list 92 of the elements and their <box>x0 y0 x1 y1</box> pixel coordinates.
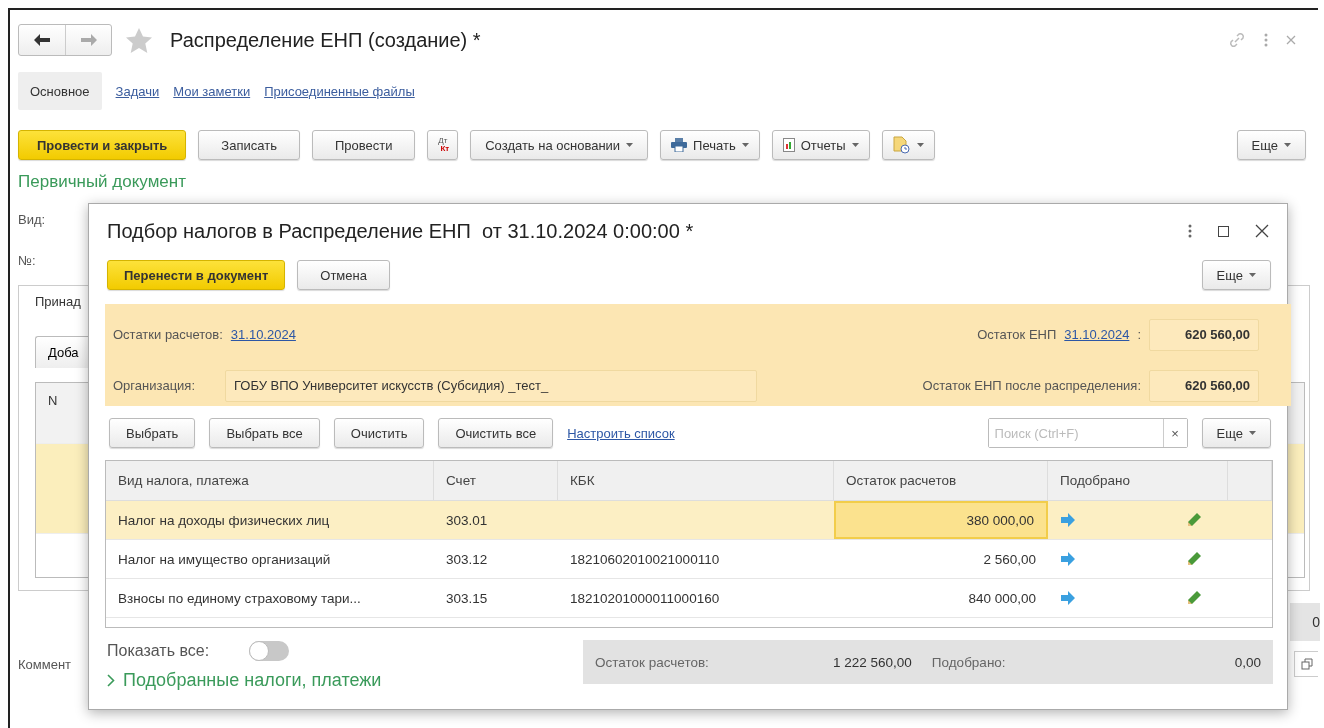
column-header[interactable]: Вид налога, платежа <box>106 461 434 500</box>
table-cell-text: Налог на доходы физических лиц <box>117 511 331 530</box>
window-title: Распределение ЕНП (создание) * <box>170 28 482 52</box>
list-button[interactable]: Очистить все <box>438 418 554 448</box>
amount-field: 620 560,00 <box>1149 318 1259 351</box>
total-value: 1 222 560,00 <box>833 654 912 670</box>
table-cell-text: 18210602010021000110 <box>569 550 721 569</box>
table-cell-text: 18210201000011000160 <box>569 589 721 608</box>
section-title: Первичный документ <box>18 172 187 192</box>
arrow-right-icon <box>80 34 97 46</box>
dt-kt-button[interactable]: Дт Кт <box>427 130 459 160</box>
field-label: №: <box>18 253 36 270</box>
amount-field: 620 560,00 <box>1149 369 1259 402</box>
list-button[interactable]: Выбрать <box>109 418 196 448</box>
comment-label: Коммент <box>18 656 73 672</box>
toggle-switch[interactable] <box>249 641 290 661</box>
create-based-on-button[interactable]: Создать на основании <box>470 130 649 160</box>
tab[interactable]: Основное <box>18 72 102 110</box>
organization-field[interactable]: ГОБУ ВПО Университет искусств (Субсидия) _тест_ <box>225 369 758 402</box>
column-header: N <box>48 393 58 408</box>
colon-label: : <box>1137 327 1141 342</box>
toggle-label: Показать все: <box>107 642 210 660</box>
arrow-right-icon[interactable] <box>1060 590 1076 606</box>
arrow-right-icon[interactable] <box>1060 512 1076 528</box>
arrow-left-icon <box>34 34 50 46</box>
printer-icon <box>671 138 688 152</box>
caret-icon <box>851 143 859 147</box>
tab[interactable]: Присоединенные файлы <box>264 72 415 110</box>
transfer-button[interactable]: Перенести в документ <box>107 260 286 290</box>
total-label: Подобрано: <box>931 654 1006 670</box>
tab[interactable]: Мои заметки <box>173 72 251 110</box>
caret-icon <box>916 143 924 147</box>
caret-icon <box>626 143 634 147</box>
more-button[interactable]: Еще <box>1201 418 1271 448</box>
search-field[interactable]: Поиск (Ctrl+F) × <box>987 418 1188 448</box>
picked-taxes-link[interactable]: Подобранные налоги, платежи <box>107 670 583 691</box>
table-cell-text: Взносы по единому страховому тари... <box>117 589 362 608</box>
caret-icon <box>1249 273 1256 277</box>
pencil-icon[interactable] <box>1186 551 1202 567</box>
toolbar-button[interactable]: Записать <box>198 130 300 160</box>
table-cell-text: 2 560,00 <box>982 550 1037 569</box>
field-label: Остаток ЕНП после распределения: <box>922 378 1141 393</box>
cancel-button[interactable]: Отмена <box>297 260 390 290</box>
date-link[interactable]: 31.10.2024 <box>230 327 296 342</box>
clear-button[interactable]: × <box>1162 419 1187 447</box>
caret-icon <box>741 143 749 147</box>
reports-button[interactable]: Отчеты <box>771 130 870 160</box>
star-icon[interactable] <box>126 27 152 53</box>
chevron-right-icon <box>107 674 115 687</box>
close-icon[interactable] <box>1253 222 1271 240</box>
date-link[interactable]: 31.10.2024 <box>1064 327 1130 342</box>
dialog-title: Подбор налогов в Распределение ЕНП от 31.10.2024 0:00:00 * <box>107 219 695 243</box>
table-cell: 380 000,00 <box>834 501 1048 539</box>
pencil-icon[interactable] <box>1186 590 1202 606</box>
more-button[interactable]: Еще <box>1236 130 1306 160</box>
column-header[interactable]: Подобрано <box>1048 461 1228 500</box>
post-and-close-button[interactable]: Провести и закрыть <box>18 130 187 160</box>
table-row[interactable]: Налог на доходы физических лиц 303.01 380 000,00 <box>106 501 1272 540</box>
pencil-icon[interactable] <box>1186 512 1202 528</box>
open-field-button[interactable] <box>1294 651 1318 677</box>
list-button[interactable]: Выбрать все <box>209 418 320 448</box>
more-button[interactable]: Еще <box>1201 260 1271 290</box>
menu-icon[interactable] <box>1186 222 1194 240</box>
table-cell-text: 303.15 <box>445 589 489 608</box>
report-icon <box>782 138 795 152</box>
document-clock-icon <box>892 136 911 154</box>
open-window-icon <box>1300 658 1313 670</box>
total-label: Остаток расчетов: <box>595 654 710 670</box>
table-cell-text: Налог на имущество организаций <box>117 550 332 569</box>
caret-icon <box>1284 143 1291 147</box>
maximize-icon[interactable] <box>1216 223 1231 239</box>
total-cell: 0 <box>1290 603 1320 641</box>
tab[interactable]: Задачи <box>115 72 160 110</box>
field-label: Организация: <box>113 378 196 393</box>
total-value: 0,00 <box>1234 654 1261 670</box>
attachments-button[interactable] <box>881 130 935 160</box>
field-label: Вид: <box>18 212 46 229</box>
field-label: Остатки расчетов: <box>113 327 223 342</box>
print-button[interactable]: Печать <box>660 130 760 160</box>
caret-icon <box>1249 431 1256 435</box>
column-header[interactable]: Счет <box>434 461 558 500</box>
field-label: Остаток ЕНП <box>977 327 1057 342</box>
column-header[interactable]: КБК <box>558 461 834 500</box>
setup-list-link[interactable]: Настроить список <box>567 425 675 441</box>
toolbar-button[interactable]: Провести <box>311 130 416 160</box>
arrow-right-icon[interactable] <box>1060 551 1076 567</box>
table-cell-text: 303.01 <box>445 511 489 530</box>
table-cell-text: 303.12 <box>445 550 489 569</box>
add-button[interactable]: Доба <box>35 336 91 368</box>
column-header[interactable]: Остаток расчетов <box>834 461 1048 500</box>
list-button[interactable]: Очистить <box>333 418 425 448</box>
table-cell-text: 840 000,00 <box>967 589 1037 608</box>
